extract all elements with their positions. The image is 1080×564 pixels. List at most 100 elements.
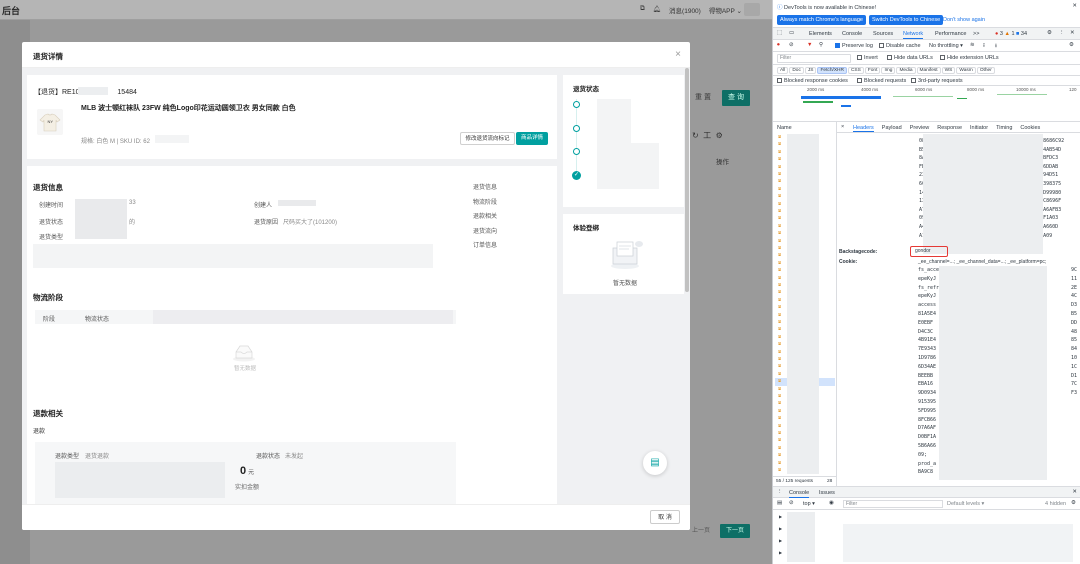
tab-elements[interactable]: Elements bbox=[809, 31, 832, 37]
drawer-tab-console[interactable]: Console bbox=[789, 490, 810, 498]
match-language-button[interactable]: Always match Chrome's language bbox=[777, 15, 866, 25]
details-tab[interactable]: Response bbox=[937, 125, 962, 131]
created-time-label: 创建时间 bbox=[39, 203, 64, 209]
details-tab[interactable]: Payload bbox=[882, 125, 902, 131]
type-pill[interactable]: Media bbox=[896, 67, 916, 74]
type-pill[interactable]: Doc bbox=[789, 67, 804, 74]
drawer-close-icon[interactable]: ✕ bbox=[1072, 489, 1077, 495]
blocked-requests-toggle[interactable]: Blocked requests bbox=[857, 78, 906, 84]
product-title[interactable]: MLB 波士顿红袜队 23FW 纯色Logo印花运动圆领卫衣 男女同款 白色 bbox=[81, 103, 296, 113]
backstage-value[interactable]: gondor bbox=[910, 246, 948, 257]
upload-icon[interactable]: ⭱ bbox=[983, 42, 985, 51]
tab-sources[interactable]: Sources bbox=[873, 31, 893, 37]
type-pill[interactable]: Wasm bbox=[956, 67, 976, 74]
inspect-icon[interactable]: ⬚ bbox=[777, 30, 782, 36]
modify-flow-mark-button[interactable]: 修改退货流向标记 bbox=[460, 132, 515, 145]
details-tab[interactable]: Timing bbox=[996, 125, 1012, 131]
type-pill[interactable]: JS bbox=[804, 67, 817, 74]
type-pill[interactable]: Other bbox=[976, 67, 995, 74]
anchor-return-flow[interactable]: 退货流向 bbox=[473, 226, 497, 235]
share-icon[interactable]: ⧉ bbox=[640, 5, 645, 15]
type-pill[interactable]: WS bbox=[941, 67, 956, 74]
timeline-bar bbox=[957, 98, 967, 99]
network-overview[interactable]: 2000 ms 4000 ms 6000 ms 8000 ms 10000 ms… bbox=[773, 86, 1080, 122]
download-icon[interactable]: ⭳ bbox=[995, 42, 997, 51]
bell-icon[interactable]: 🔔︎ bbox=[653, 5, 661, 15]
blocked-cookies-toggle[interactable]: Blocked response cookies bbox=[777, 78, 848, 84]
throttling-select[interactable]: No throttling ▾ bbox=[929, 43, 963, 49]
order-id: 【退货】RE101 15484 bbox=[34, 87, 137, 96]
xhr-icon: ⧈ bbox=[778, 415, 782, 422]
tab-performance[interactable]: Performance bbox=[935, 31, 967, 37]
filter-input[interactable]: Filter bbox=[777, 54, 851, 63]
clear-icon[interactable]: ⊘ bbox=[789, 42, 794, 48]
tab-network[interactable]: Network bbox=[903, 31, 924, 39]
type-pill[interactable]: Fetch/XHR bbox=[817, 67, 847, 74]
type-pill[interactable]: Img bbox=[881, 67, 896, 74]
type-pill[interactable]: CSS bbox=[847, 67, 864, 74]
switch-chinese-button[interactable]: Switch DevTools to Chinese bbox=[869, 15, 944, 25]
anchor-return-info[interactable]: 退货信息 bbox=[473, 182, 497, 191]
details-tab[interactable]: Headers bbox=[853, 125, 874, 132]
context-select[interactable]: top ▾ bbox=[803, 501, 815, 507]
hide-extension-urls-toggle[interactable]: Hide extension URLs bbox=[940, 55, 999, 61]
third-party-toggle[interactable]: 3rd-party requests bbox=[911, 78, 963, 84]
xhr-icon: ⧈ bbox=[778, 274, 782, 281]
type-pill[interactable]: Font bbox=[864, 67, 881, 74]
console-filter-input[interactable]: Filter bbox=[843, 500, 943, 508]
type-pill[interactable]: Manifest bbox=[916, 67, 941, 74]
anchor-refund[interactable]: 退款相关 bbox=[473, 211, 497, 220]
product-detail-button[interactable]: 商品详情 bbox=[516, 132, 548, 145]
console-expand-arrow[interactable]: ▶ bbox=[779, 526, 782, 531]
type-pill[interactable]: All bbox=[777, 67, 789, 74]
dont-show-again-link[interactable]: Don't show again bbox=[943, 17, 985, 23]
devtools-panel: ⓘ DevTools is now available in Chinese! … bbox=[772, 0, 1080, 564]
levels-select[interactable]: Default levels ▾ bbox=[947, 501, 984, 507]
xhr-icon: ⧈ bbox=[778, 385, 782, 392]
modal-scrollbar[interactable] bbox=[685, 68, 689, 292]
user-avatar[interactable] bbox=[744, 3, 760, 16]
kebab-menu-icon[interactable]: ⋮ bbox=[1059, 30, 1065, 36]
console-clear-icon[interactable]: ⊘ bbox=[789, 500, 794, 506]
note-float-button[interactable]: ▤ bbox=[643, 451, 667, 475]
details-tab[interactable]: Preview bbox=[910, 125, 930, 131]
console-expand-arrow[interactable]: ▶ bbox=[779, 538, 782, 543]
close-icon[interactable]: × bbox=[675, 49, 681, 60]
search-icon[interactable]: ⚲ bbox=[819, 42, 823, 48]
name-column-header[interactable]: Name bbox=[777, 125, 792, 131]
invert-toggle[interactable]: Invert bbox=[857, 55, 878, 61]
anchor-logistics[interactable]: 物流阶段 bbox=[473, 197, 497, 206]
app-link[interactable]: 得物APP ⌄ bbox=[709, 5, 742, 15]
details-tab[interactable]: Initiator bbox=[970, 125, 988, 131]
network-settings-icon[interactable]: ⚙ bbox=[1069, 42, 1074, 48]
tab-more[interactable]: >> bbox=[973, 31, 979, 37]
settings-gear-icon[interactable]: ⚙ bbox=[1047, 30, 1052, 36]
disable-cache-toggle[interactable]: Disable cache bbox=[879, 43, 921, 49]
error-badge[interactable]: ● 3 ▲ 1 ■ 34 bbox=[995, 31, 1027, 37]
preserve-log-toggle[interactable]: Preserve log bbox=[835, 43, 873, 49]
details-tab[interactable]: Cookies bbox=[1020, 125, 1040, 131]
hide-data-urls-toggle[interactable]: Hide data URLs bbox=[887, 55, 933, 61]
filter-icon[interactable]: ▼ bbox=[807, 42, 812, 48]
drawer-tab-issues[interactable]: Issues bbox=[819, 490, 835, 496]
device-icon[interactable]: ▭ bbox=[789, 30, 794, 36]
drawer-menu-icon[interactable]: ⋮ bbox=[777, 489, 783, 495]
close-devtools-icon[interactable]: ✕ bbox=[1070, 30, 1075, 36]
cancel-button[interactable]: 取 消 bbox=[650, 510, 680, 524]
tab-console[interactable]: Console bbox=[842, 31, 862, 37]
console-expand-arrow[interactable]: ▶ bbox=[779, 550, 782, 555]
network-status-bar: 55 / 125 requests 28 bbox=[773, 476, 837, 486]
details-close-icon[interactable]: × bbox=[841, 124, 844, 130]
console-sidebar-icon[interactable]: ▤ bbox=[777, 500, 782, 506]
record-icon[interactable]: ⏺ bbox=[777, 42, 780, 49]
status-step-dot bbox=[573, 101, 580, 108]
console-expand-arrow[interactable]: ▶ bbox=[779, 514, 782, 519]
xhr-icon: ⧈ bbox=[778, 348, 782, 355]
banner-close-icon[interactable]: ✕ bbox=[1072, 3, 1077, 9]
messages-link[interactable]: 消息(1900) bbox=[669, 5, 701, 15]
wifi-icon[interactable]: ≋ bbox=[970, 42, 975, 48]
product-image: NY bbox=[37, 109, 63, 135]
eye-icon[interactable]: ◉ bbox=[829, 500, 834, 506]
anchor-order-info[interactable]: 订单信息 bbox=[473, 240, 497, 249]
console-settings-icon[interactable]: ⚙ bbox=[1071, 500, 1076, 506]
